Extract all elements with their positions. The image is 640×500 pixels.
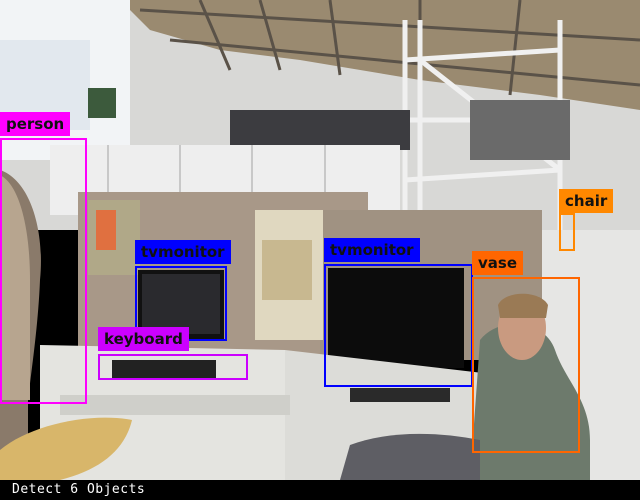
detection-label-chair: chair (559, 189, 614, 213)
detection-label-person: person (0, 112, 71, 136)
detection-label-keyboard: keyboard (98, 327, 189, 351)
status-text: Detect 6 Objects (12, 482, 146, 497)
status-bar: Detect 6 Objects (0, 480, 640, 500)
detection-box-tvmonitor (324, 264, 473, 387)
detection-box-chair (559, 213, 575, 251)
detection-box-person (0, 138, 87, 404)
detection-frame: person tvmonitor tvmonitor keyboard chai… (0, 0, 640, 500)
detection-box-vase (472, 277, 580, 453)
detection-label-tvmonitor: tvmonitor (135, 240, 231, 264)
detection-label-vase: vase (472, 251, 524, 275)
detection-box-keyboard (98, 354, 248, 380)
detection-label-tvmonitor: tvmonitor (324, 238, 420, 262)
